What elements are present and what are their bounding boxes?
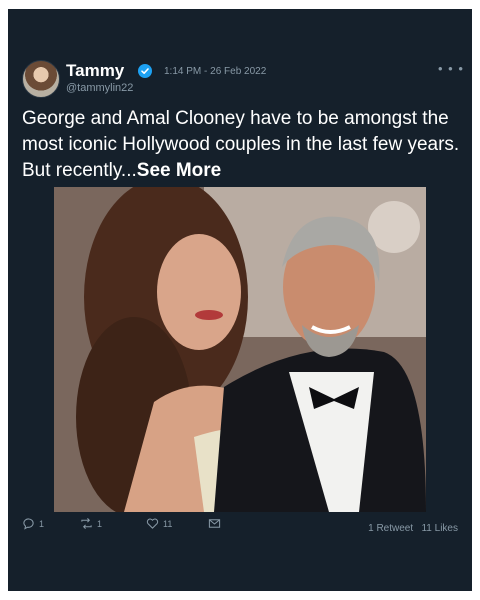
retweet-stat[interactable]: 1 Retweet: [368, 523, 413, 534]
tweet-stats: 1 Retweet 11 Likes: [368, 523, 458, 534]
more-options-icon[interactable]: • • •: [438, 61, 464, 76]
see-more-link[interactable]: See More: [137, 160, 221, 181]
reply-icon: [23, 518, 34, 530]
author-name[interactable]: Tammy: [66, 61, 124, 81]
avatar[interactable]: [22, 60, 60, 98]
message-button[interactable]: [208, 517, 225, 530]
tweet-photo[interactable]: [54, 187, 426, 512]
retweet-button[interactable]: 1: [80, 517, 102, 530]
like-stat[interactable]: 11 Likes: [421, 523, 458, 534]
reply-count: 1: [39, 518, 45, 529]
tweet-text: George and Amal Clooney have to be among…: [22, 106, 462, 184]
heart-icon: [146, 518, 159, 529]
author-handle[interactable]: @tammylin22: [66, 82, 133, 94]
like-button[interactable]: 11: [146, 517, 172, 530]
retweet-icon: [81, 518, 92, 529]
tweet-timestamp[interactable]: 1:14 PM - 26 Feb 2022: [164, 66, 266, 77]
reply-button[interactable]: 1: [22, 517, 44, 530]
retweet-count: 1: [97, 518, 103, 529]
photo-illustration: [54, 187, 426, 512]
tweet-card: Tammy @tammylin22 1:14 PM - 26 Feb 2022 …: [8, 9, 472, 591]
message-icon: [208, 519, 221, 528]
verified-badge-icon: [138, 64, 152, 78]
like-count: 11: [163, 518, 173, 529]
tweet-body: George and Amal Clooney have to be among…: [22, 108, 460, 181]
